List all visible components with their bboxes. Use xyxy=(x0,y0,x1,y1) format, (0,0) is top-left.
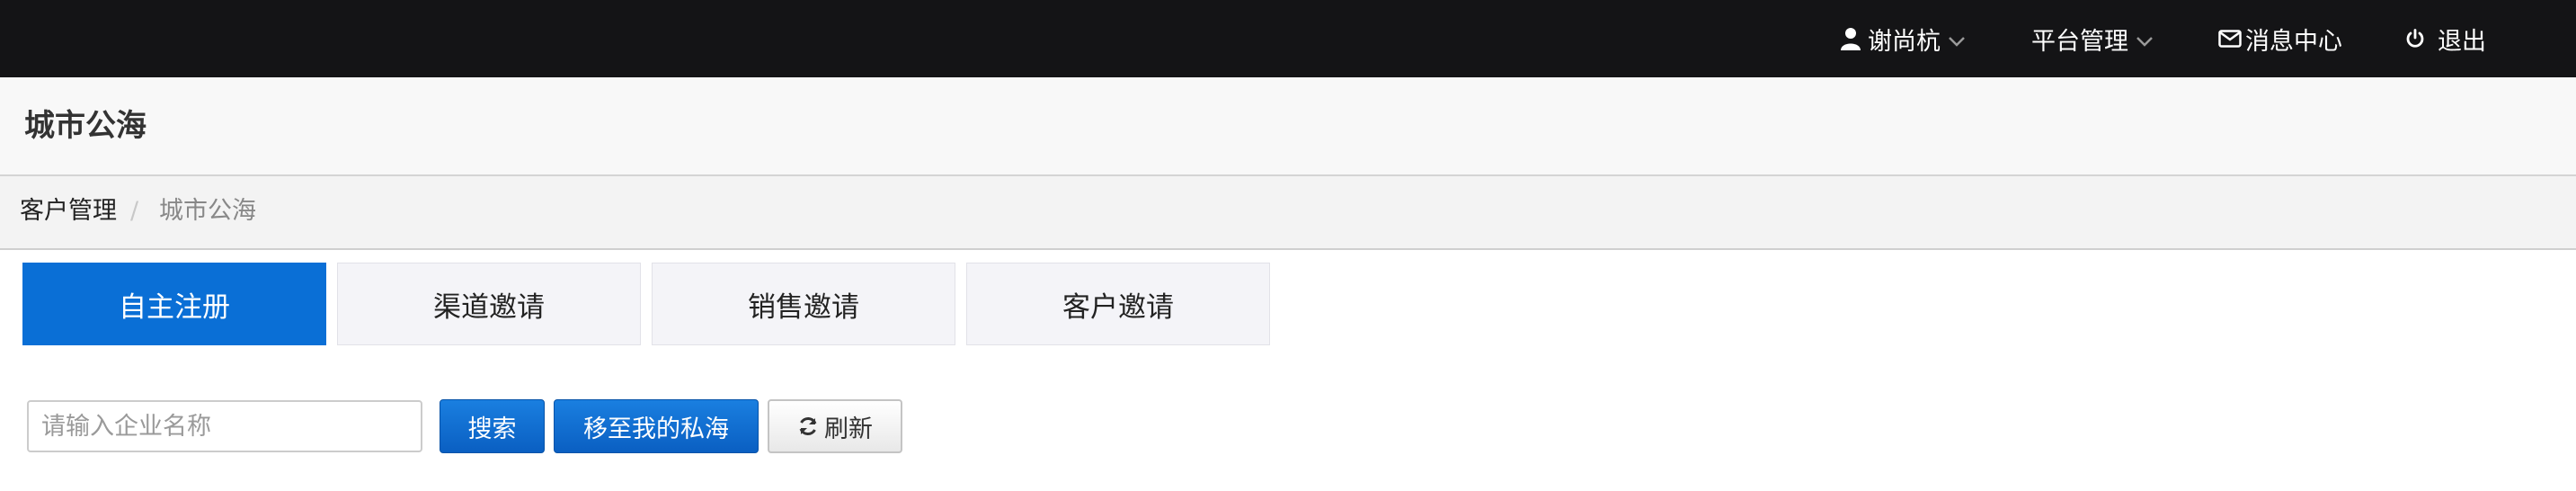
message-center-link[interactable]: 消息中心 xyxy=(2218,0,2342,77)
tab-channel-invite[interactable]: 渠道邀请 xyxy=(337,263,641,345)
search-button[interactable]: 搜索 xyxy=(440,399,545,453)
logout-label: 退出 xyxy=(2438,27,2486,56)
platform-menu[interactable]: 平台管理 xyxy=(2031,0,2154,77)
chevron-down-icon xyxy=(2136,37,2153,47)
user-menu[interactable]: 谢尚杭 xyxy=(1841,0,1966,77)
power-icon xyxy=(2406,29,2424,48)
platform-label: 平台管理 xyxy=(2031,27,2128,56)
top-navbar: 谢尚杭 平台管理 消息中心 退出 xyxy=(0,0,2576,77)
chevron-down-icon xyxy=(1949,37,1965,47)
user-name-label: 谢尚杭 xyxy=(1868,27,1941,56)
breadcrumb: 客户管理 / 城市公海 xyxy=(0,176,2576,250)
breadcrumb-separator: / xyxy=(130,197,139,225)
envelope-icon xyxy=(2218,30,2242,48)
breadcrumb-item-customer-management[interactable]: 客户管理 xyxy=(20,196,117,227)
refresh-button[interactable]: 刷新 xyxy=(768,399,902,453)
tab-customer-invite[interactable]: 客户邀请 xyxy=(966,263,1270,345)
logout-link[interactable]: 退出 xyxy=(2405,0,2486,77)
company-search-input[interactable] xyxy=(27,400,422,452)
page-header: 城市公海 xyxy=(0,77,2576,176)
user-icon xyxy=(1841,28,1861,50)
message-center-label: 消息中心 xyxy=(2245,27,2342,56)
refresh-label: 刷新 xyxy=(824,415,873,443)
move-to-private-sea-button[interactable]: 移至我的私海 xyxy=(554,399,759,453)
refresh-icon xyxy=(799,416,817,436)
breadcrumb-item-current: 城市公海 xyxy=(159,197,256,225)
tab-sales-invite[interactable]: 销售邀请 xyxy=(652,263,955,345)
page-title: 城市公海 xyxy=(24,108,147,144)
tab-self-registration[interactable]: 自主注册 xyxy=(22,263,326,345)
